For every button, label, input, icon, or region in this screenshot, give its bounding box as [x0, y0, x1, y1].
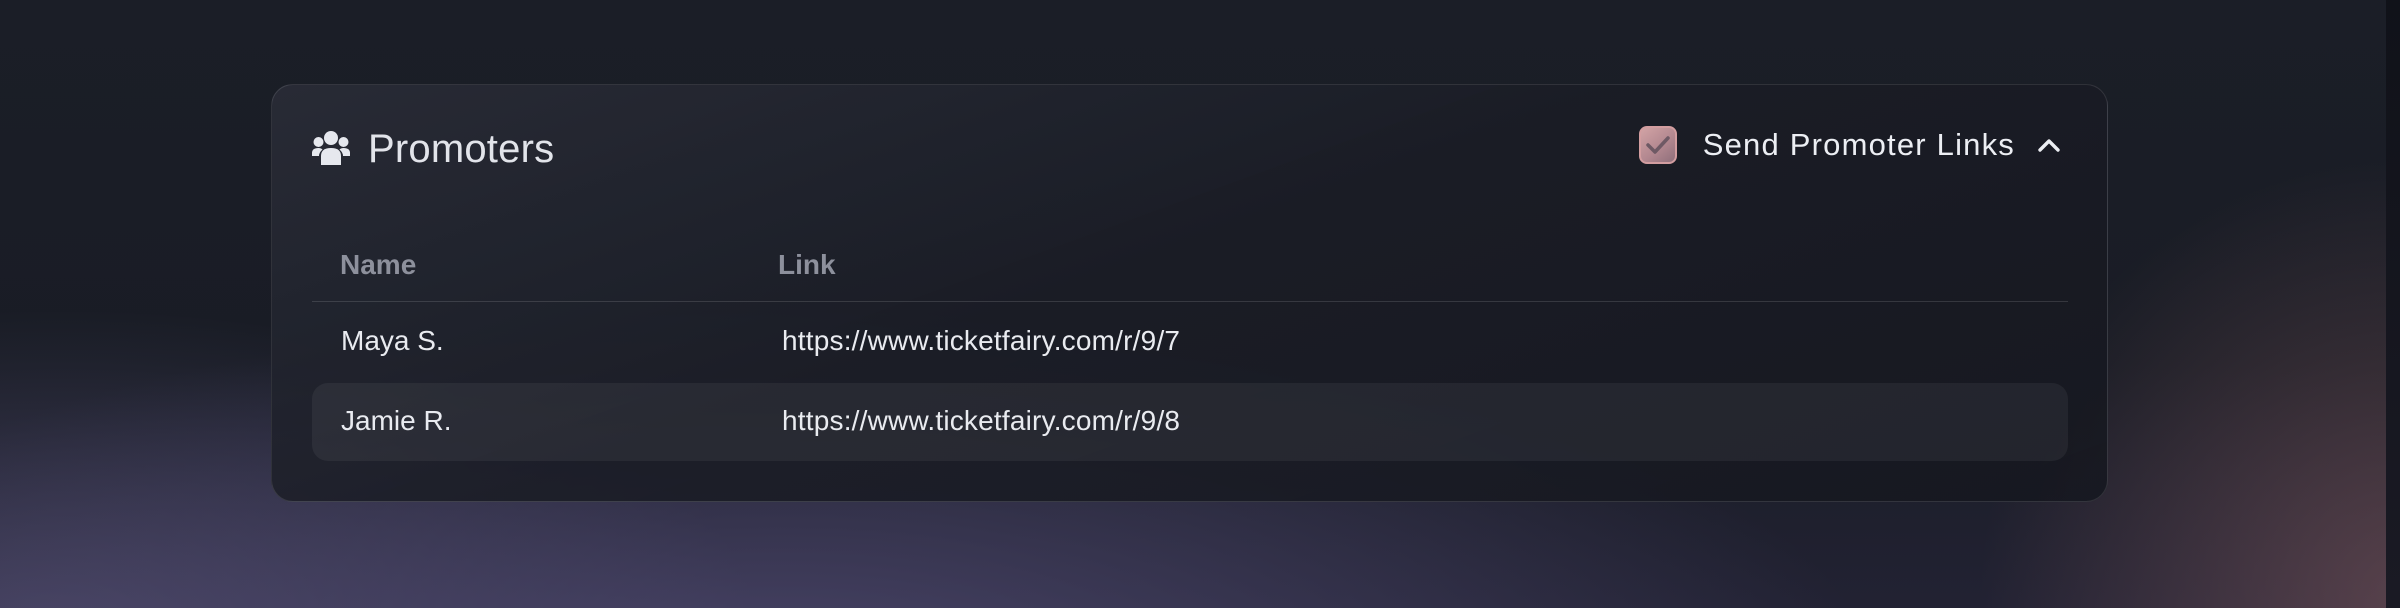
promoter-name: Jamie R. [341, 405, 452, 436]
promoters-table: Name Link Maya S. https://www.ticketfair… [312, 229, 2068, 463]
promoter-link[interactable]: https://www.ticketfairy.com/r/9/7 [782, 325, 1180, 357]
promoters-panel: Promoters Send Promoter Links Name Link … [271, 84, 2108, 502]
chevron-up-icon[interactable] [2035, 131, 2063, 159]
column-header-link: Link [778, 249, 836, 280]
users-icon [312, 129, 350, 169]
panel-header: Promoters [312, 123, 554, 175]
promoter-name: Maya S. [341, 325, 444, 356]
send-promoter-links-toggle[interactable]: Send Promoter Links [1638, 119, 2063, 171]
table-row[interactable]: Jamie R. https://www.ticketfairy.com/r/9… [312, 383, 2068, 461]
window-edge [2386, 0, 2400, 608]
panel-title: Promoters [368, 126, 555, 171]
checkmark-icon [1645, 136, 1670, 154]
promoter-link[interactable]: https://www.ticketfairy.com/r/9/8 [782, 405, 1180, 437]
table-header: Name Link [312, 229, 2068, 302]
column-header-name: Name [340, 249, 417, 280]
table-row[interactable]: Maya S. https://www.ticketfairy.com/r/9/… [312, 303, 2068, 381]
send-promoter-links-label: Send Promoter Links [1702, 127, 2015, 162]
send-promoter-links-checkbox[interactable] [1638, 126, 1677, 164]
